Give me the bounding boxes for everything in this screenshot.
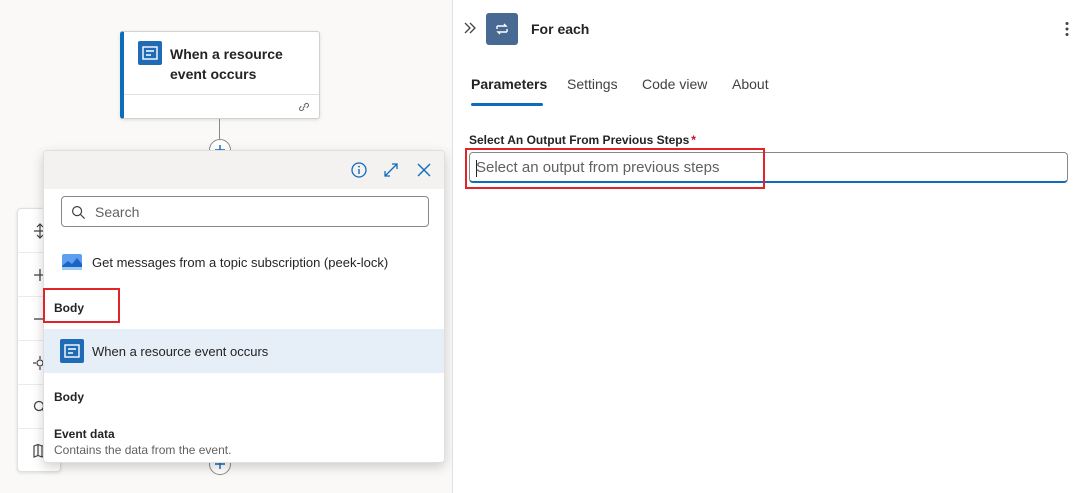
foreach-icon — [486, 13, 518, 45]
active-tab-indicator — [471, 103, 543, 106]
group-header-service-bus[interactable]: Get messages from a topic subscription (… — [44, 240, 444, 284]
search-icon — [71, 205, 86, 220]
search-field[interactable] — [61, 196, 429, 227]
card-divider — [124, 94, 319, 95]
tab-code-view[interactable]: Code view — [642, 76, 707, 106]
group-label: When a resource event occurs — [92, 343, 269, 359]
expand-button[interactable] — [381, 160, 401, 180]
group-label: Get messages from a topic subscription (… — [92, 254, 389, 270]
token-body[interactable]: Body — [54, 390, 434, 404]
required-marker: * — [691, 133, 696, 147]
field-label: Select An Output From Previous Steps * — [469, 133, 696, 147]
tab-about[interactable]: About — [732, 76, 769, 106]
close-button[interactable] — [414, 160, 434, 180]
group-header-event-grid[interactable]: When a resource event occurs — [44, 329, 444, 373]
collapse-panel-icon[interactable] — [462, 20, 478, 36]
trigger-card[interactable]: When a resource event occurs — [120, 31, 320, 119]
info-button[interactable] — [349, 160, 369, 180]
token-description: Contains the data from the event. — [54, 443, 232, 457]
event-grid-icon — [60, 339, 84, 363]
tab-label: Parameters — [471, 76, 548, 92]
token-event-data[interactable]: Event data — [54, 427, 434, 441]
action-details-panel: For each Parameters Settings Code view A… — [452, 0, 1082, 493]
link-icon — [299, 102, 309, 112]
field-label-text: Select An Output From Previous Steps — [469, 133, 690, 147]
event-grid-icon — [138, 41, 162, 65]
expand-icon — [384, 163, 398, 177]
close-icon — [417, 163, 431, 177]
designer-canvas: When a resource event occurs Search Get … — [0, 0, 452, 493]
trigger-card-title: When a resource event occurs — [170, 46, 283, 82]
highlight-box-input — [465, 148, 765, 189]
tab-settings[interactable]: Settings — [567, 76, 618, 106]
panel-title[interactable]: For each — [531, 21, 589, 37]
info-icon — [351, 162, 367, 178]
more-options-icon[interactable] — [1059, 20, 1075, 38]
tab-parameters[interactable]: Parameters — [471, 76, 547, 106]
service-bus-icon — [60, 250, 84, 274]
popup-header — [44, 151, 444, 189]
search-input[interactable] — [95, 197, 415, 226]
highlight-box-body — [43, 288, 120, 323]
